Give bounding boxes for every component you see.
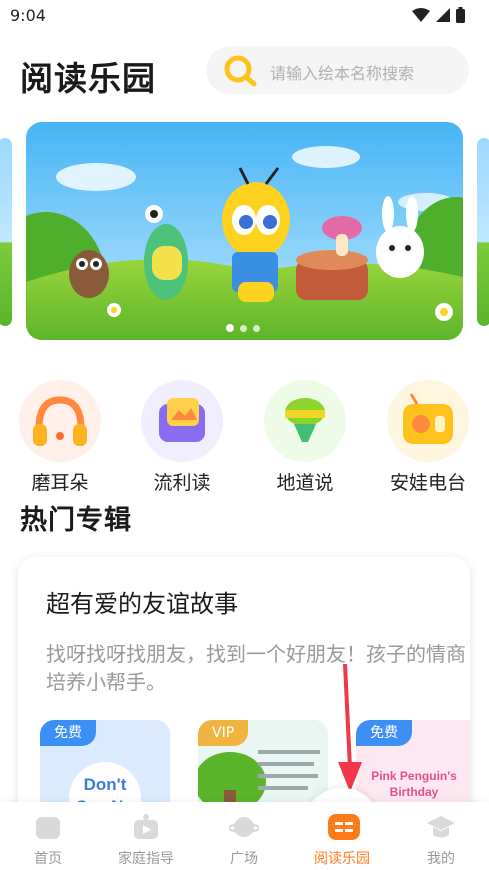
- microphone-icon: [264, 380, 346, 462]
- reading-park-icon: [327, 812, 360, 842]
- tab-label: 首页: [34, 851, 62, 867]
- tab-label: 阅读乐园: [314, 851, 370, 867]
- album-title: 超有爱的友谊故事: [46, 590, 238, 618]
- svg-text:Pink Penguin's: Pink Penguin's: [371, 769, 457, 783]
- quick-entry-label: 地道说: [276, 472, 334, 494]
- quick-entry-liu-li-du[interactable]: 流利读: [132, 380, 232, 495]
- graduation-cap-icon: [426, 812, 456, 842]
- tab-label: 家庭指导: [118, 851, 174, 867]
- headphones-icon: [19, 380, 101, 462]
- family-guide-icon: [131, 812, 161, 842]
- vip-badge: VIP: [198, 720, 249, 746]
- free-badge: 免费: [40, 720, 96, 746]
- planet-icon: [227, 812, 261, 842]
- carousel-dot-active: [226, 324, 234, 332]
- search-placeholder: 请输入绘本名称搜索: [270, 64, 415, 83]
- status-bar: 9:04: [0, 0, 489, 32]
- search-icon: [224, 55, 257, 87]
- carousel-dot: [240, 324, 247, 332]
- tab-label: 我的: [427, 851, 455, 867]
- tab-plaza[interactable]: 广场: [199, 812, 289, 868]
- home-icon: [33, 812, 63, 842]
- wifi-icon: [412, 8, 430, 22]
- quick-entry-label: 流利读: [153, 472, 211, 494]
- quick-entry-an-wa-dian-tai[interactable]: 安娃电台: [378, 380, 478, 495]
- quick-entry-label: 磨耳朵: [31, 472, 89, 494]
- carousel-dot: [253, 324, 260, 332]
- banner-prev-peek[interactable]: [0, 138, 12, 326]
- banner-illustration: [26, 122, 463, 340]
- section-title: 热门专辑: [20, 505, 132, 536]
- carousel-dots: [226, 324, 260, 332]
- signal-icon: [436, 8, 450, 22]
- header: 阅读乐园 请输入绘本名称搜索: [0, 40, 489, 104]
- arrow-down-icon: [338, 664, 362, 792]
- search-bar[interactable]: 请输入绘本名称搜索: [206, 46, 469, 94]
- tab-home[interactable]: 首页: [3, 812, 93, 868]
- radio-icon: [387, 380, 469, 462]
- banner-next-peek[interactable]: [477, 138, 489, 326]
- tab-mine[interactable]: 我的: [396, 812, 486, 868]
- banner-carousel[interactable]: [0, 122, 489, 342]
- svg-text:Don't: Don't: [84, 775, 127, 794]
- svg-text:Birthday: Birthday: [390, 785, 439, 799]
- quick-entry-label: 安娃电台: [389, 472, 466, 494]
- quick-entry-mo-er-duo[interactable]: 磨耳朵: [10, 380, 110, 495]
- tab-label: 广场: [230, 851, 258, 867]
- quick-entry-di-dao-shuo[interactable]: 地道说: [255, 380, 355, 495]
- free-badge: 免费: [356, 720, 412, 746]
- page-title: 阅读乐园: [20, 59, 156, 98]
- status-time: 9:04: [10, 6, 46, 25]
- tab-family-guide[interactable]: 家庭指导: [101, 812, 191, 868]
- tab-bar: 首页 家庭指导 广场 阅读乐园 我的: [0, 802, 489, 870]
- status-icons: [412, 7, 465, 23]
- album-description: 找呀找呀找朋友，找到一个好朋友！孩子的情商培养小帮手。: [46, 642, 466, 694]
- banner-image[interactable]: [26, 122, 463, 340]
- book-icon: [141, 380, 223, 462]
- battery-icon: [456, 7, 465, 23]
- tab-reading-park[interactable]: 阅读乐园: [297, 812, 387, 868]
- quick-entries: 磨耳朵 流利读 地道说 安娃电台: [0, 380, 489, 494]
